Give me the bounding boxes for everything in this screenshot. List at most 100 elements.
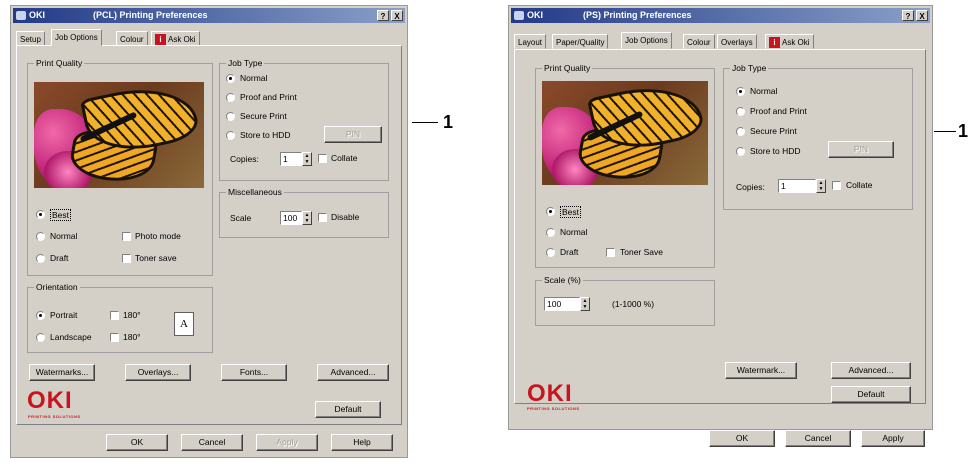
toner-save-label: Toner Save — [620, 247, 663, 257]
tab-paper-quality[interactable]: Paper/Quality — [552, 34, 609, 49]
close-button[interactable]: X — [391, 10, 403, 21]
job-type-label: Job Type — [730, 63, 769, 73]
callout-number: 1 — [958, 121, 969, 141]
toner-save-label: Toner save — [135, 253, 177, 263]
tab-layout[interactable]: Layout — [514, 34, 547, 49]
help-button[interactable]: ? — [902, 10, 914, 21]
job-secure-radio[interactable] — [226, 112, 235, 121]
app-label: OKI — [29, 10, 46, 20]
tab-setup[interactable]: Setup — [16, 31, 45, 46]
help-button[interactable]: ? — [377, 10, 389, 21]
cancel-button[interactable]: Cancel — [181, 434, 243, 451]
callout-leader-line — [934, 131, 956, 132]
job-store-radio[interactable] — [736, 147, 745, 156]
scale-spinner[interactable]: ▲ ▼ — [580, 297, 590, 311]
job-normal-radio[interactable] — [736, 87, 745, 96]
job-store-label: Store to HDD — [750, 146, 801, 156]
tab-ask-oki-label: Ask Oki — [168, 35, 196, 44]
job-normal-label: Normal — [750, 86, 778, 96]
ok-button[interactable]: OK — [106, 434, 168, 451]
job-secure-radio[interactable] — [736, 127, 745, 136]
scale-label: Scale — [230, 213, 252, 223]
quality-best-radio[interactable] — [36, 210, 45, 219]
ok-button[interactable]: OK — [709, 430, 775, 447]
quality-draft-radio[interactable] — [36, 254, 45, 263]
collate-checkbox[interactable] — [318, 154, 327, 163]
close-button[interactable]: X — [916, 10, 928, 21]
job-type-group: Job Type Normal Proof and Print Secure P… — [723, 63, 913, 210]
tab-ask-oki[interactable]: i Ask Oki — [765, 34, 814, 49]
quality-normal-label: Normal — [50, 231, 78, 241]
quality-best-label: Best — [50, 209, 72, 221]
portrait-label: Portrait — [50, 310, 78, 320]
rotate-180-checkbox[interactable] — [110, 311, 119, 320]
tab-job-options[interactable]: Job Options — [51, 29, 102, 46]
disable-checkbox[interactable] — [318, 213, 327, 222]
copies-spinner[interactable]: ▲ ▼ — [816, 179, 826, 193]
copies-input[interactable]: 1 — [778, 179, 816, 193]
job-secure-label: Secure Print — [750, 126, 797, 136]
tab-colour[interactable]: Colour — [116, 31, 148, 46]
orientation-label: Orientation — [34, 282, 80, 292]
quality-best-radio[interactable] — [546, 207, 555, 216]
tab-ask-oki[interactable]: i Ask Oki — [151, 31, 200, 46]
fonts-button[interactable]: Fonts... — [221, 364, 287, 381]
scale-input[interactable]: 100 — [280, 211, 302, 225]
quality-normal-radio[interactable] — [36, 232, 45, 241]
apply-button[interactable]: Apply — [256, 434, 318, 451]
job-type-group: Job Type Normal Proof and Print Secure P… — [219, 58, 389, 181]
default-button[interactable]: Default — [831, 386, 911, 403]
job-type-label: Job Type — [226, 58, 265, 68]
copies-spinner[interactable]: ▲ ▼ — [302, 152, 312, 166]
title-bar: OKI (PCL) Printing Preferences ? X — [13, 8, 405, 23]
disable-label: Disable — [331, 212, 360, 222]
watermark-button[interactable]: Watermark... — [725, 362, 797, 379]
oki-logo: OKI — [27, 387, 73, 414]
pcl-printing-preferences-dialog: OKI (PCL) Printing Preferences ? X Setup… — [10, 5, 408, 458]
pin-button[interactable]: PIN — [828, 141, 894, 158]
miscellaneous-group: Miscellaneous Scale 100 ▲ ▼ Disable — [219, 187, 389, 238]
ps-printing-preferences-dialog: OKI (PS) Printing Preferences ? X Layout… — [508, 5, 933, 447]
cancel-button[interactable]: Cancel — [785, 430, 851, 447]
portrait-radio[interactable] — [36, 311, 45, 320]
job-proof-radio[interactable] — [736, 107, 745, 116]
apply-button[interactable]: Apply — [861, 430, 925, 447]
help-footer-button[interactable]: Help — [331, 434, 393, 451]
job-store-radio[interactable] — [226, 131, 235, 140]
tab-colour[interactable]: Colour — [683, 34, 715, 49]
printer-icon — [16, 11, 26, 20]
toner-save-checkbox[interactable] — [122, 254, 131, 263]
overlays-button[interactable]: Overlays... — [125, 364, 191, 381]
quality-normal-label: Normal — [560, 227, 588, 237]
toner-save-checkbox[interactable] — [606, 248, 615, 257]
quality-draft-label: Draft — [50, 253, 69, 263]
quality-draft-label: Draft — [560, 247, 579, 257]
tab-job-options[interactable]: Job Options — [621, 32, 672, 49]
job-normal-label: Normal — [240, 73, 268, 83]
copies-input[interactable]: 1 — [280, 152, 302, 166]
quality-draft-radio[interactable] — [546, 248, 555, 257]
tab-overlays[interactable]: Overlays — [717, 34, 757, 49]
callout-leader-line — [412, 122, 438, 123]
job-proof-radio[interactable] — [226, 93, 235, 102]
pin-button[interactable]: PIN — [324, 126, 382, 143]
printer-icon — [514, 11, 524, 20]
advanced-button[interactable]: Advanced... — [831, 362, 911, 379]
rotate-180-landscape-checkbox[interactable] — [110, 333, 119, 342]
tab-page: Print Quality Best Normal Draft Photo mo… — [16, 45, 402, 425]
job-normal-radio[interactable] — [226, 74, 235, 83]
scale-spinner[interactable]: ▲ ▼ — [302, 211, 312, 225]
quality-normal-radio[interactable] — [546, 228, 555, 237]
landscape-radio[interactable] — [36, 333, 45, 342]
miscellaneous-label: Miscellaneous — [226, 187, 284, 197]
watermarks-button[interactable]: Watermarks... — [29, 364, 95, 381]
window-title: (PCL) Printing Preferences — [93, 10, 208, 20]
tab-ask-oki-label: Ask Oki — [782, 38, 810, 47]
collate-checkbox[interactable] — [832, 181, 841, 190]
copies-label: Copies: — [230, 154, 259, 164]
advanced-button[interactable]: Advanced... — [317, 364, 389, 381]
scale-input[interactable]: 100 — [544, 297, 580, 311]
photo-mode-checkbox[interactable] — [122, 232, 131, 241]
default-button[interactable]: Default — [315, 401, 381, 418]
page-orientation-icon: A — [174, 312, 194, 336]
